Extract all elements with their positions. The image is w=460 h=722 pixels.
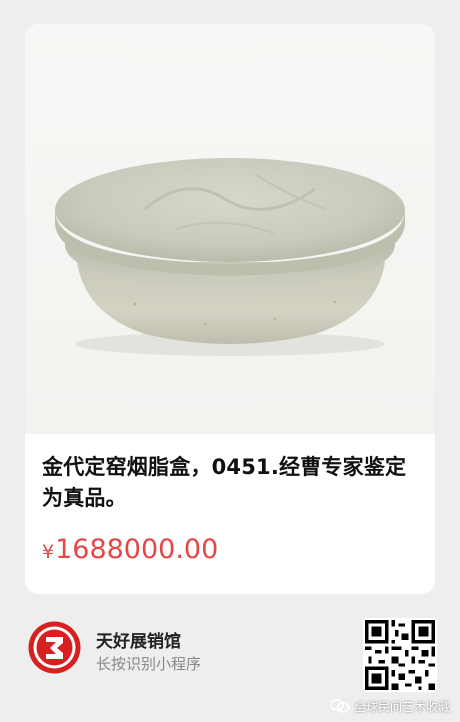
shop-logo-icon xyxy=(27,620,82,675)
share-footer: 天好展销馆 长按识别小程序 全球民间艺术收藏 xyxy=(0,600,460,722)
product-title: 金代定窑烟脂盒，0451.经曹专家鉴定为真品。 xyxy=(42,455,407,510)
porcelain-box-illustration xyxy=(55,158,405,356)
product-price: ¥1688000.00 xyxy=(42,532,218,570)
channel-watermark: 全球民间艺术收藏 xyxy=(330,696,450,716)
price-value: 1688000.00 xyxy=(55,534,219,565)
qr-code-icon[interactable] xyxy=(363,618,437,692)
product-image xyxy=(25,24,435,434)
currency-symbol: ¥ xyxy=(42,541,55,563)
wechat-channel-icon xyxy=(330,699,350,713)
watermark-text: 全球民间艺术收藏 xyxy=(354,699,451,714)
shop-name: 天好展销馆 xyxy=(96,632,181,652)
shop-hint: 长按识别小程序 xyxy=(96,655,202,673)
product-card[interactable]: 金代定窑烟脂盒，0451.经曹专家鉴定为真品。 ¥1688000.00 xyxy=(25,24,435,594)
